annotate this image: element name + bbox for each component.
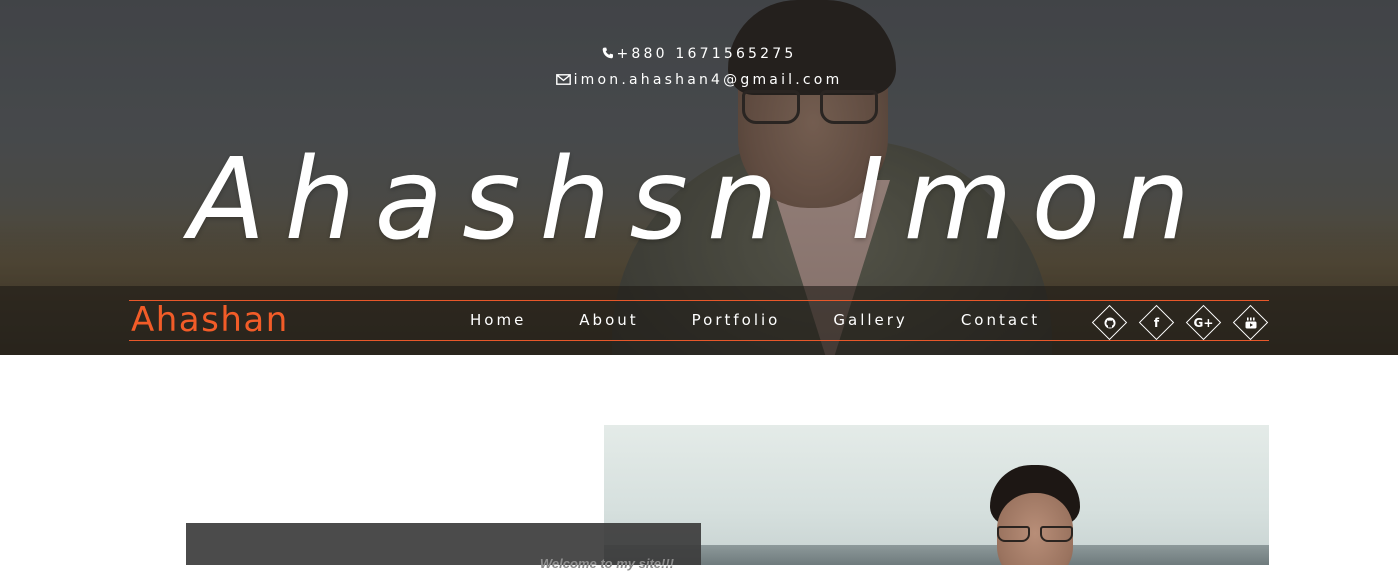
google-plus-icon: G+ [1193,315,1214,330]
contact-phone-text: +880 1671565275 [616,46,797,62]
contact-phone: +880 1671565275 [0,46,1398,63]
nav-links: Home About Portfolio Gallery Contact [470,301,1093,340]
hero-title: Ahashsn Imon [188,135,1210,265]
welcome-box: Welcome to my site!!! [186,523,701,571]
youtube-icon [1233,305,1268,340]
phone-icon [602,47,614,63]
about-photo-water [604,545,1269,565]
nav-link-gallery[interactable]: Gallery [833,311,907,329]
nav-link-home[interactable]: Home [470,311,526,329]
social-google-plus-link[interactable]: G+ [1185,304,1222,341]
navbar: Ahashan Home About Portfolio Gallery Con… [0,286,1398,355]
about-photo [604,425,1269,565]
social-facebook-link[interactable]: f [1138,304,1175,341]
envelope-icon [555,73,571,89]
facebook-icon: f [1153,315,1160,330]
social-youtube-link[interactable] [1232,304,1269,341]
welcome-text: Welcome to my site!!! [539,556,674,571]
contact-email-text[interactable]: imon.ahashan4@gmail.com [574,72,843,88]
navbar-inner: Ahashan Home About Portfolio Gallery Con… [129,300,1269,341]
nav-link-portfolio[interactable]: Portfolio [692,311,781,329]
brand-logo[interactable]: Ahashan [131,301,289,340]
social-links: f G+ [1091,304,1280,341]
nav-link-contact[interactable]: Contact [961,311,1040,329]
about-photo-glasses [997,526,1073,544]
nav-link-about[interactable]: About [579,311,638,329]
contact-email: imon.ahashan4@gmail.com [0,72,1398,89]
github-icon [1092,305,1127,340]
hero-section: +880 1671565275 imon.ahashan4@gmail.com … [0,0,1398,355]
social-github-link[interactable] [1091,304,1128,341]
